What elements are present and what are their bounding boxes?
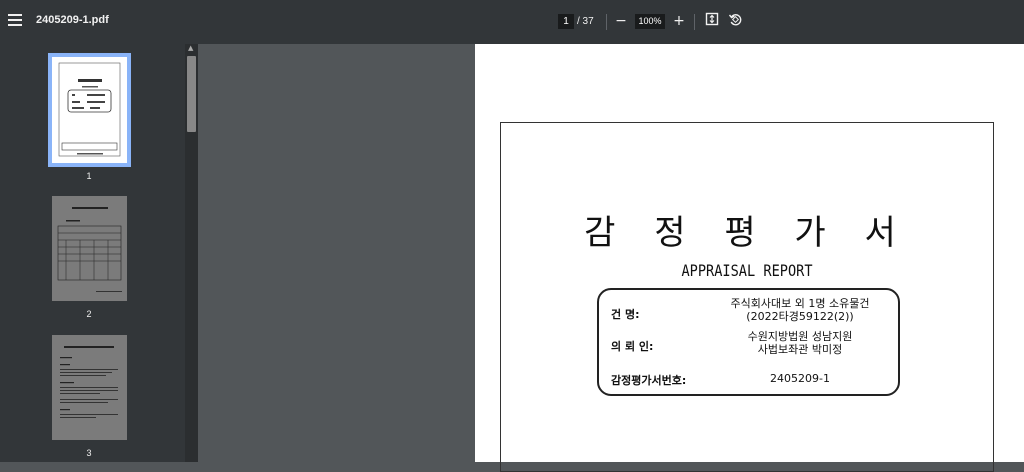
document-viewer[interactable]: 감 정 평 가 서 APPRAISAL REPORT 건 명: 주식회사대보 외… [198,44,1024,472]
report-number-label: 감정평가서번호: [611,374,687,387]
pdf-page: 감 정 평 가 서 APPRAISAL REPORT 건 명: 주식회사대보 외… [475,44,1024,472]
page-total: / 37 [577,16,594,27]
page-border: 감 정 평 가 서 APPRAISAL REPORT 건 명: 주식회사대보 외… [500,122,994,472]
requester-label: 의 뢰 인: [611,340,654,353]
toolbar: 2405209-1.pdf 1 / 37 − 100% + [0,0,1024,44]
scrollbar-thumb[interactable] [187,56,196,132]
fit-page-icon[interactable] [703,12,721,30]
document-title: 감 정 평 가 서 [584,213,910,253]
info-box: 건 명: 주식회사대보 외 1명 소유물건 (2022타경59122(2)) 의… [597,288,900,396]
report-number-value: 2405209-1 [770,372,830,385]
menu-icon[interactable] [6,12,24,30]
thumbnail-page-2[interactable] [52,196,127,301]
case-value-line2: (2022타경59122(2)) [746,310,854,323]
document-subtitle: APPRAISAL REPORT [681,261,813,280]
rotate-icon[interactable] [726,12,744,30]
thumbnail-page-1[interactable] [48,53,131,167]
requester-value-line2: 사법보좌관 박미정 [757,343,843,356]
page-number-input[interactable]: 1 [558,14,574,29]
case-label: 건 명: [611,308,640,321]
thumbnail-page-3[interactable] [52,335,127,440]
zoom-out-button[interactable]: − [612,12,630,30]
thumbnail-label: 2 [86,309,92,319]
sidebar-scrollbar[interactable]: ▲ [185,44,198,462]
thumbnail-sidebar: 1 2 3 ▲ [0,44,198,462]
zoom-input[interactable]: 100% [635,14,665,29]
separator [694,14,695,30]
file-title: 2405209-1.pdf [36,14,109,26]
scroll-up-arrow-icon[interactable]: ▲ [188,44,193,52]
case-value-line1: 주식회사대보 외 1명 소유물건 [730,297,870,310]
requester-value-line1: 수원지방법원 성남지원 [747,330,853,343]
zoom-in-button[interactable]: + [670,12,688,30]
thumbnail-label: 1 [86,171,92,181]
thumbnail-label: 3 [86,448,92,458]
separator [606,14,607,30]
